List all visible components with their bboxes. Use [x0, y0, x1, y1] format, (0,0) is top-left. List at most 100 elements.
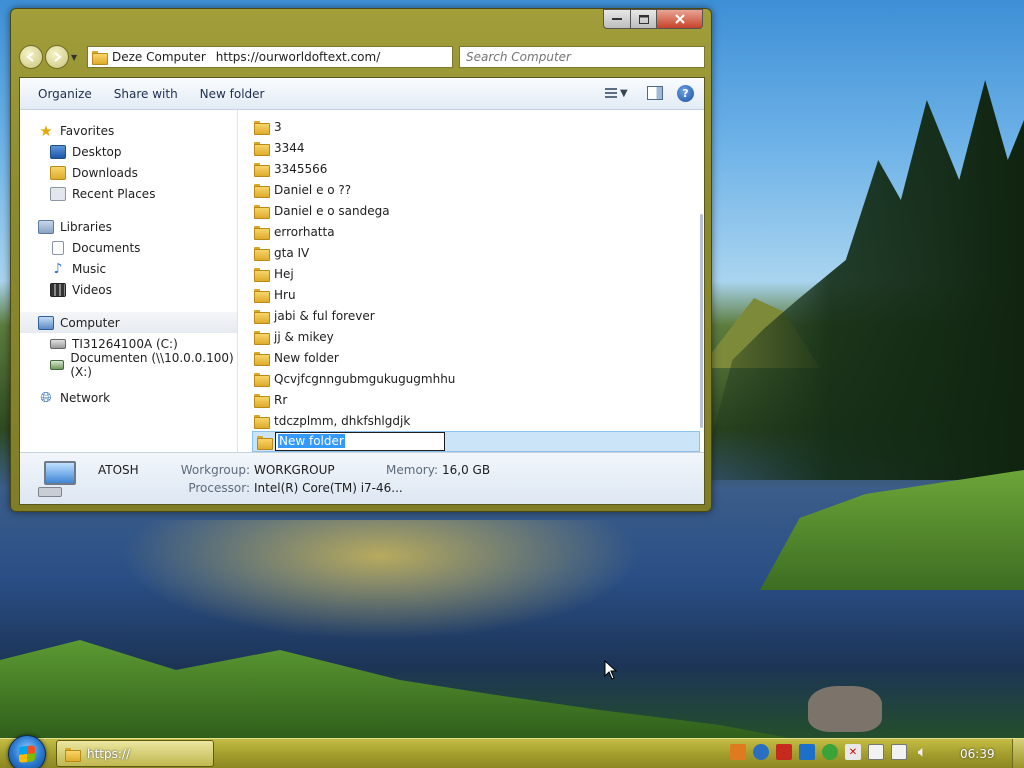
sidebar-item-recent-places[interactable]: Recent Places: [20, 183, 237, 204]
file-row[interactable]: errorhatta: [254, 221, 704, 242]
tray-flag-icon[interactable]: ✕: [845, 744, 861, 760]
star-icon: ★: [39, 121, 53, 140]
tray-pdf-icon[interactable]: [776, 744, 792, 760]
show-desktop-button[interactable]: [1012, 739, 1024, 768]
file-row[interactable]: gta IV: [254, 242, 704, 263]
workgroup-value: WORKGROUP: [254, 463, 335, 477]
sidebar-item-libraries[interactable]: Libraries: [20, 216, 237, 237]
folder-icon: [254, 225, 270, 240]
taskbar-clock[interactable]: 06:39: [960, 747, 995, 761]
rename-input[interactable]: [275, 432, 445, 451]
folder-icon: [254, 162, 270, 177]
tray-app-icon[interactable]: [730, 744, 746, 760]
help-icon[interactable]: ?: [677, 84, 694, 102]
change-view-button[interactable]: ▼: [605, 84, 633, 102]
file-row[interactable]: New folder: [254, 347, 704, 368]
file-name: New folder: [274, 350, 339, 365]
computer-icon: [38, 315, 54, 330]
address-bar[interactable]: Deze Computer https://ourworldoftext.com…: [87, 46, 453, 68]
address-url[interactable]: https://ourworldoftext.com/: [216, 50, 380, 64]
tray-outlook-icon[interactable]: [799, 744, 815, 760]
sidebar-item-label: Favorites: [60, 123, 115, 138]
file-name: 3344: [274, 140, 305, 155]
file-row[interactable]: jabi & ful forever: [254, 305, 704, 326]
sidebar-item-music[interactable]: ♪ Music: [20, 258, 237, 279]
favorites-group: ★ Favorites Desktop Downloads Recent Pla…: [20, 120, 237, 204]
file-row[interactable]: Rr: [254, 389, 704, 410]
details-pane: ATOSH Workgroup: WORKGROUP Memory: 16,0 …: [20, 452, 704, 504]
scrollbar-thumb[interactable]: [700, 214, 703, 428]
tray-skype-icon[interactable]: [753, 744, 769, 760]
taskbar: https:// ✕ 🔈︎ 06:39: [0, 735, 1024, 768]
file-row[interactable]: 3344: [254, 137, 704, 158]
film-icon: [50, 282, 66, 297]
recent-pages-dropdown[interactable]: ▼: [71, 53, 81, 62]
sidebar-item-videos[interactable]: Videos: [20, 279, 237, 300]
network-globe-icon: 🌐︎: [40, 389, 52, 406]
file-row-renaming[interactable]: New folder: [252, 431, 700, 452]
folder-icon: [254, 393, 270, 408]
system-tray: ✕ 🔈︎: [730, 744, 930, 760]
view-list-icon: [605, 88, 617, 98]
folder-icon: [254, 204, 270, 219]
file-name: jabi & ful forever: [274, 308, 375, 323]
sidebar-item-favorites[interactable]: ★ Favorites: [20, 120, 237, 141]
sidebar-item-downloads[interactable]: Downloads: [20, 162, 237, 183]
file-row[interactable]: 3: [254, 116, 704, 137]
sidebar-item-label: Recent Places: [72, 186, 156, 201]
maximize-button[interactable]: [631, 9, 657, 29]
explorer-window: ▼ Deze Computer https://ourworldoftext.c…: [10, 8, 712, 512]
folder-icon: [254, 351, 270, 366]
file-name: tdczplmm, dhkfshlgdjk: [274, 413, 411, 428]
music-note-icon: ♪: [53, 260, 63, 277]
new-folder-button[interactable]: New folder: [192, 83, 273, 105]
libraries-group: Libraries Documents ♪ Music Videos: [20, 216, 237, 300]
back-button[interactable]: [19, 45, 43, 69]
file-row[interactable]: Hru: [254, 284, 704, 305]
rename-field[interactable]: New folder: [275, 432, 445, 451]
file-row[interactable]: Qcvjfcgnngubmgukugugmhhu: [254, 368, 704, 389]
tray-network-icon[interactable]: [891, 744, 907, 760]
forward-button[interactable]: [45, 45, 69, 69]
folder-icon: [254, 183, 270, 198]
tray-volume-icon[interactable]: 🔈︎: [914, 744, 930, 760]
folder-icon: [254, 309, 270, 324]
search-input[interactable]: [466, 50, 704, 64]
sidebar-item-computer[interactable]: Computer: [20, 312, 237, 333]
sidebar-item-label: Network: [60, 390, 111, 405]
start-button[interactable]: [8, 735, 46, 768]
file-row[interactable]: Daniel e o sandega: [254, 200, 704, 221]
file-name: Hru: [274, 287, 296, 302]
close-button[interactable]: [657, 9, 703, 29]
file-row[interactable]: jj & mikey: [254, 326, 704, 347]
processor-value: Intel(R) Core(TM) i7-46...: [254, 481, 403, 495]
explorer-client-area: Organize Share with New folder ▼ ? ★ Fav…: [19, 77, 705, 505]
file-row[interactable]: tdczplmm, dhkfshlgdjk: [254, 410, 704, 431]
minimize-button[interactable]: [603, 9, 631, 29]
file-name: 3: [274, 119, 282, 134]
share-with-button[interactable]: Share with: [106, 83, 186, 105]
recent-places-icon: [50, 186, 66, 201]
command-bar: Organize Share with New folder ▼ ?: [20, 78, 704, 110]
sidebar-item-documents[interactable]: Documents: [20, 237, 237, 258]
file-row[interactable]: Hej: [254, 263, 704, 284]
organize-button[interactable]: Organize: [30, 83, 100, 105]
sidebar-item-drive-x[interactable]: Documenten (\\10.0.0.100) (X:): [20, 351, 237, 379]
file-row[interactable]: 3345566: [254, 158, 704, 179]
sidebar-item-label: Computer: [60, 315, 120, 330]
preview-pane-button[interactable]: [647, 86, 663, 100]
address-location[interactable]: Deze Computer: [112, 50, 206, 64]
sidebar-item-network[interactable]: 🌐︎ Network: [20, 387, 237, 408]
file-row[interactable]: Daniel e o ??: [254, 179, 704, 200]
vertical-scrollbar[interactable]: [698, 110, 704, 452]
taskbar-explorer-button[interactable]: https://: [56, 740, 214, 767]
wallpaper-grass-right: [760, 470, 1024, 590]
maximize-icon: [638, 14, 649, 24]
file-name: gta IV: [274, 245, 310, 260]
sidebar-item-desktop[interactable]: Desktop: [20, 141, 237, 162]
tray-clipboard-icon[interactable]: [868, 744, 884, 760]
search-box[interactable]: [459, 46, 705, 68]
tray-check-icon[interactable]: [822, 744, 838, 760]
wallpaper-rock: [808, 686, 882, 732]
wallpaper-forest: [700, 80, 1024, 480]
